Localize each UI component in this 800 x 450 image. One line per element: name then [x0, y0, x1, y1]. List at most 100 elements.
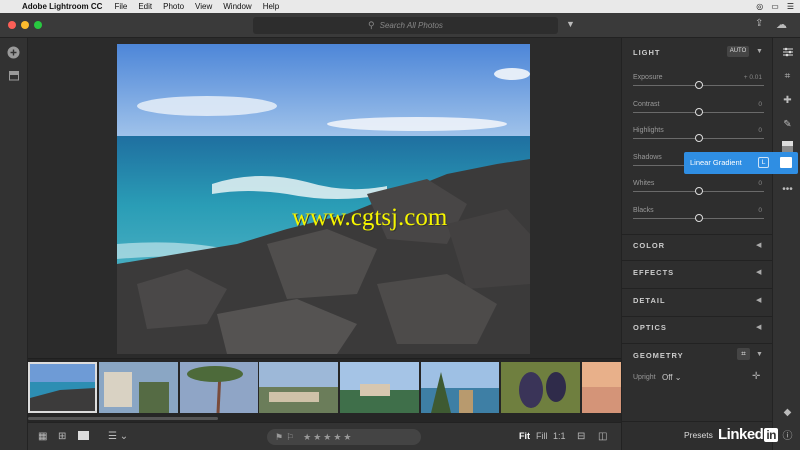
app-menu-name[interactable]: Adobe Lightroom CC [22, 2, 102, 11]
display-icon[interactable]: ▭ [771, 2, 779, 11]
menu-list-icon[interactable]: ☰ [787, 2, 794, 11]
chevron-left-icon[interactable]: ◀ [756, 241, 761, 249]
chevron-left-icon[interactable]: ◀ [756, 268, 761, 276]
filmstrip-thumb[interactable] [501, 362, 580, 413]
photo-grid-icon[interactable]: ⊞ [58, 431, 66, 442]
effects-section-title[interactable]: EFFECTS [633, 268, 674, 277]
left-rail [0, 38, 28, 450]
tooltip-shortcut: L [758, 157, 769, 168]
healing-brush-icon[interactable]: ✚ [781, 94, 794, 107]
filmstrip-thumb[interactable] [28, 362, 97, 413]
slider-knob-whites[interactable] [694, 187, 703, 195]
crop-icon[interactable]: ⌗ [781, 70, 794, 83]
square-grid-icon[interactable]: ▦ [38, 431, 47, 442]
chevron-down-icon[interactable]: ▼ [756, 351, 763, 358]
zoom-fit-button[interactable]: Fit [519, 431, 530, 441]
radial-gradient-icon[interactable] [780, 157, 792, 168]
auto-button[interactable]: AUTO [727, 46, 749, 57]
zoom-1to1-button[interactable]: 1:1 [553, 431, 566, 441]
filmstrip-thumb[interactable] [180, 362, 258, 413]
menu-file[interactable]: File [114, 2, 127, 11]
bottom-toolbar: ▦ ⊞ ☰ ⌄ ⚑ ⚐ ★★★★★ Fit Fill 1:1 ⊟ ◫ [28, 422, 621, 450]
minimize-window-button[interactable] [21, 21, 29, 29]
slider-value-blacks[interactable]: 0 [758, 207, 762, 214]
filter-icon[interactable]: ▼ [566, 19, 575, 29]
main-photo[interactable] [117, 44, 530, 354]
slider-value-highlights[interactable]: 0 [758, 127, 762, 134]
light-section-title[interactable]: LIGHT [633, 48, 661, 57]
divider [622, 260, 773, 261]
chevron-left-icon[interactable]: ◀ [756, 296, 761, 304]
zoom-window-button[interactable] [34, 21, 42, 29]
menu-view[interactable]: View [195, 2, 212, 11]
menu-photo[interactable]: Photo [163, 2, 184, 11]
sort-icon[interactable]: ☰ ⌄ [108, 431, 128, 442]
info-icon[interactable]: ⓘ [781, 430, 794, 443]
star-rating[interactable]: ★★★★★ [303, 432, 353, 443]
library-panel-icon[interactable] [7, 69, 20, 82]
divider [622, 421, 773, 422]
cloud-sync-icon[interactable]: ☁ [776, 18, 787, 31]
upright-value: Off [662, 373, 673, 382]
filmstrip-scrollbar[interactable] [28, 417, 218, 420]
slider-label-highlights: Highlights [633, 127, 664, 134]
filmstrip-thumb[interactable] [421, 362, 499, 413]
chevron-down-icon[interactable]: ▼ [756, 48, 763, 55]
geometry-section-title[interactable]: GEOMETRY [633, 351, 684, 360]
linkedin-logo: Linked in [718, 426, 779, 443]
search-placeholder: Search All Photos [379, 21, 443, 30]
slider-knob-exposure[interactable] [694, 81, 703, 89]
filmstrip [28, 358, 621, 422]
presets-button[interactable]: Presets [684, 430, 713, 440]
share-icon[interactable]: ⇪ [755, 18, 763, 29]
detail-section-title[interactable]: DETAIL [633, 296, 666, 305]
menu-window[interactable]: Window [223, 2, 251, 11]
filmstrip-thumb[interactable] [259, 362, 338, 413]
upright-label: Upright [633, 374, 656, 381]
tool-tooltip: Linear Gradient L [684, 152, 798, 174]
creative-cloud-icon[interactable]: ◎ [756, 2, 763, 11]
tooltip-label: Linear Gradient [690, 158, 742, 167]
menu-help[interactable]: Help [263, 2, 279, 11]
add-photos-icon[interactable] [7, 46, 20, 59]
rating-bar: ⚑ ⚐ ★★★★★ [267, 429, 421, 445]
before-after-icon[interactable]: ◫ [598, 431, 607, 442]
filmstrip-thumb[interactable] [340, 362, 419, 413]
color-section-title[interactable]: COLOR [633, 241, 665, 250]
search-icon: ⚲ [368, 20, 375, 30]
reject-flag-icon[interactable]: ⚐ [286, 432, 294, 443]
tag-icon[interactable]: ◆ [781, 406, 794, 419]
divider [622, 316, 773, 317]
slider-value-exposure[interactable]: + 0.01 [744, 74, 762, 81]
slider-value-whites[interactable]: 0 [758, 180, 762, 187]
slider-knob-highlights[interactable] [694, 134, 703, 142]
optics-section-title[interactable]: OPTICS [633, 323, 667, 332]
slider-knob-contrast[interactable] [694, 107, 703, 116]
zoom-fill-button[interactable]: Fill [536, 431, 548, 441]
slider-knob-blacks[interactable] [694, 213, 703, 222]
more-icon[interactable]: ••• [781, 183, 794, 196]
slider-label-contrast: Contrast [633, 100, 660, 108]
crosshair-icon[interactable]: ✛ [752, 371, 760, 382]
menu-edit[interactable]: Edit [138, 2, 152, 11]
search-field[interactable]: ⚲ Search All Photos [253, 17, 558, 34]
close-window-button[interactable] [8, 21, 16, 29]
filmstrip-thumb[interactable] [99, 362, 178, 413]
slider-label-whites: Whites [633, 180, 655, 187]
slider-label-blacks: Blacks [633, 206, 654, 214]
divider [622, 288, 773, 289]
upright-dropdown[interactable]: Off ⌄ [662, 373, 681, 382]
mac-menubar: Adobe Lightroom CC File Edit Photo View … [0, 0, 800, 13]
detail-view-icon[interactable] [78, 431, 89, 443]
edit-panel: LIGHT AUTO ▼ Exposure + 0.01 Contrast 0 High… [621, 38, 773, 450]
divider [622, 343, 773, 344]
compare-icon[interactable]: ⊟ [577, 431, 585, 442]
chevron-left-icon[interactable]: ◀ [756, 323, 761, 331]
slider-label-shadows: Shadows [633, 153, 662, 161]
filmstrip-thumb[interactable] [582, 362, 621, 413]
flag-icon[interactable]: ⚑ [275, 432, 283, 443]
brush-icon[interactable]: ✎ [781, 118, 794, 131]
slider-value-contrast[interactable]: 0 [758, 101, 762, 108]
edit-sliders-icon[interactable] [781, 46, 794, 59]
guided-upright-icon[interactable]: ⌗ [737, 348, 750, 360]
